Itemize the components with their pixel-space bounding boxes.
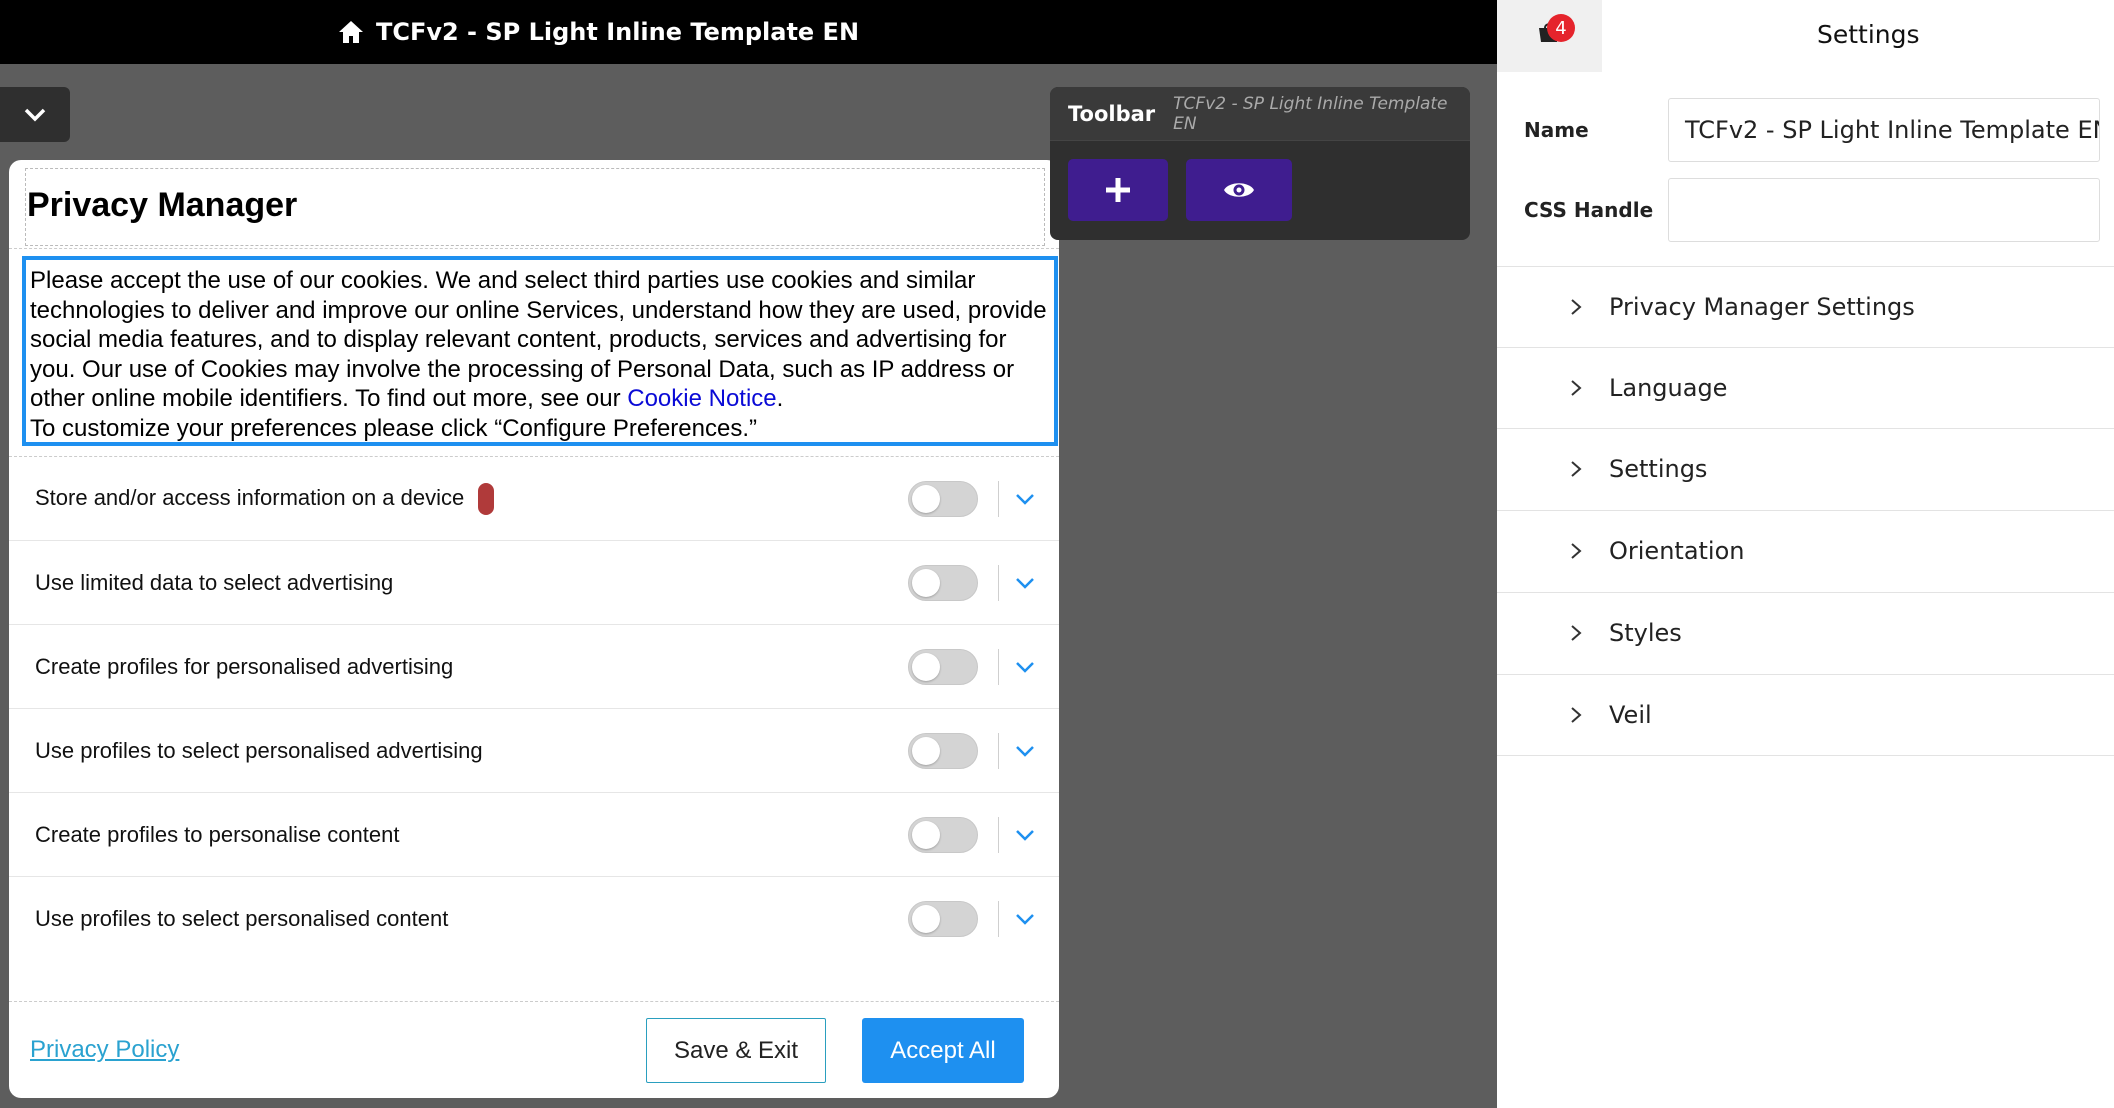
top-bar-title-group[interactable]: TCFv2 - SP Light Inline Template EN <box>338 18 859 46</box>
divider <box>1497 755 2114 756</box>
add-button[interactable] <box>1068 159 1168 221</box>
divider <box>998 901 999 937</box>
accordion-veil[interactable]: Veil <box>1497 674 2114 755</box>
accordion-label: Settings <box>1609 455 1708 483</box>
purpose-row: Use limited data to select advertising <box>9 541 1059 625</box>
divider <box>998 816 999 853</box>
divider <box>998 732 999 769</box>
eye-icon <box>1224 183 1254 197</box>
chevron-right-icon <box>1571 543 1582 559</box>
toggle-knob <box>912 484 940 513</box>
chevron-right-icon <box>1571 299 1582 315</box>
css-handle-label: CSS Handle <box>1524 198 1654 222</box>
accordion-styles[interactable]: Styles <box>1497 592 2114 673</box>
toggle-knob <box>912 652 940 681</box>
privacy-manager-card: Privacy Manager Please accept the use of… <box>9 160 1059 1098</box>
purpose-row: Create profiles to personalise content <box>9 793 1059 877</box>
toggle-knob <box>912 736 940 765</box>
home-icon[interactable] <box>338 20 364 44</box>
privacy-manager-title[interactable]: Privacy Manager <box>27 186 297 225</box>
top-bar: TCFv2 - SP Light Inline Template EN <box>0 0 1497 64</box>
chevron-down-icon <box>24 108 46 121</box>
accordion-settings[interactable]: Settings <box>1497 428 2114 509</box>
save-exit-button[interactable]: Save & Exit <box>646 1018 826 1083</box>
purpose-toggle[interactable] <box>908 648 978 685</box>
body-text: Please accept the use of our cookies. We… <box>30 267 1047 413</box>
name-label: Name <box>1524 118 1589 142</box>
notifications-button[interactable]: 4 <box>1497 0 1602 72</box>
name-field[interactable]: TCFv2 - SP Light Inline Template EN <box>1668 98 2100 162</box>
toggle-knob <box>912 905 940 933</box>
purpose-label: Use profiles to select personalised cont… <box>35 906 449 931</box>
css-handle-field[interactable] <box>1668 178 2100 242</box>
chevron-right-icon <box>1571 461 1582 477</box>
accordion-language[interactable]: Language <box>1497 347 2114 428</box>
accordion-label: Styles <box>1609 619 1682 647</box>
page-title: TCFv2 - SP Light Inline Template EN <box>375 18 860 46</box>
purpose-row: Create profiles for personalised adverti… <box>9 625 1059 709</box>
toggle-knob <box>912 568 940 597</box>
divider <box>9 248 1059 249</box>
accept-all-button[interactable]: Accept All <box>862 1018 1024 1083</box>
chevron-down-icon[interactable] <box>1014 828 1036 842</box>
chevron-down-icon[interactable] <box>1014 912 1036 926</box>
status-badge <box>478 482 495 515</box>
toolbar-title: Toolbar <box>1068 101 1156 126</box>
purpose-row: Use profiles to select personalised adve… <box>9 709 1059 793</box>
purpose-label: Use limited data to select advertising <box>35 569 394 595</box>
purpose-label: Create profiles for personalised adverti… <box>35 653 454 679</box>
toolbar-header[interactable]: Toolbar TCFv2 - SP Light Inline Template… <box>1050 87 1470 141</box>
chevron-down-icon[interactable] <box>1014 576 1036 590</box>
notification-badge: 4 <box>1547 14 1575 42</box>
settings-panel: 4 Settings Name TCFv2 - SP Light Inline … <box>1497 0 2114 1108</box>
cookie-notice-link[interactable]: Cookie Notice <box>627 385 776 412</box>
collapse-button[interactable] <box>0 87 70 142</box>
purpose-row: Store and/or access information on a dev… <box>9 457 1059 541</box>
settings-title: Settings <box>1817 20 1920 49</box>
chevron-right-icon <box>1571 380 1582 396</box>
accordion-label: Language <box>1609 374 1728 402</box>
consent-body-text[interactable]: Please accept the use of our cookies. We… <box>22 256 1058 446</box>
divider <box>998 564 999 601</box>
purpose-toggle[interactable] <box>908 564 978 601</box>
purpose-toggle[interactable] <box>908 901 978 937</box>
purpose-toggle[interactable] <box>908 480 978 517</box>
divider <box>9 1001 1059 1002</box>
purpose-label: Store and/or access information on a dev… <box>35 482 495 515</box>
accordion-orientation[interactable]: Orientation <box>1497 510 2114 591</box>
chevron-down-icon[interactable] <box>1014 744 1036 758</box>
purpose-row: Use profiles to select personalised cont… <box>9 877 1059 961</box>
toolbar-subtitle: TCFv2 - SP Light Inline Template EN <box>1173 93 1448 134</box>
accordion-label: Privacy Manager Settings <box>1609 293 1915 321</box>
plus-icon <box>1106 178 1130 202</box>
toolbar-panel: Toolbar TCFv2 - SP Light Inline Template… <box>1050 87 1470 240</box>
body-text-customize: To customize your preferences please cli… <box>30 414 757 442</box>
purpose-toggle[interactable] <box>908 732 978 769</box>
divider <box>998 648 999 685</box>
privacy-policy-link[interactable]: Privacy Policy <box>30 1036 179 1064</box>
toggle-knob <box>912 820 940 849</box>
chevron-down-icon[interactable] <box>1014 492 1036 506</box>
divider <box>998 480 999 517</box>
purpose-toggle[interactable] <box>908 816 978 853</box>
accordion-label: Veil <box>1609 701 1652 729</box>
body-text-period: . <box>776 385 784 413</box>
chevron-down-icon[interactable] <box>1014 660 1036 674</box>
accordion-label: Orientation <box>1609 537 1745 565</box>
preview-button[interactable] <box>1186 159 1292 221</box>
accordion-privacy-manager-settings[interactable]: Privacy Manager Settings <box>1497 266 2114 347</box>
chevron-right-icon <box>1571 707 1582 723</box>
purpose-label: Use profiles to select personalised adve… <box>35 737 483 763</box>
purpose-label: Create profiles to personalise content <box>35 821 400 847</box>
chevron-right-icon <box>1571 625 1582 641</box>
